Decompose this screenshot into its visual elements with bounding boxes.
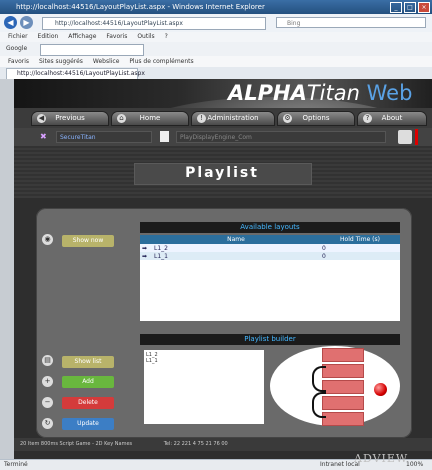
info-icon: ? <box>363 114 372 123</box>
playlist-block <box>322 364 364 378</box>
add-button[interactable]: Add <box>62 376 114 388</box>
address-toolbar: ◀ ▶ http://localhost:44516/LayoutPlayLis… <box>0 14 432 33</box>
google-search-input[interactable] <box>40 44 144 56</box>
watermark: ADVIEW <box>354 452 409 465</box>
table-row[interactable]: ➡ L1_2 0 <box>140 244 400 252</box>
google-label: Google <box>6 45 28 52</box>
playlist-block <box>322 396 364 410</box>
menu-bar: Fichier Edition Affichage Favoris Outils… <box>0 32 432 42</box>
nav-administration[interactable]: ! Administration <box>192 112 274 125</box>
column-header-hold-time[interactable]: Hold Time (s) <box>320 235 400 244</box>
nav-home[interactable]: ⌂ Home <box>112 112 188 125</box>
show-layout-icon: ◉ <box>42 234 53 245</box>
menu-item[interactable]: Favoris <box>106 33 127 40</box>
apps-icon[interactable]: ✖ <box>40 132 52 142</box>
delete-button[interactable]: Delete <box>62 397 114 409</box>
back-arrow-icon[interactable]: ◀ <box>4 16 17 29</box>
playlist-item[interactable]: L1_2 <box>144 350 264 358</box>
page-title: Playlist <box>185 165 259 181</box>
add-icon: + <box>42 376 53 387</box>
back-icon: ◀ <box>37 114 46 123</box>
update-icon: ↻ <box>42 418 53 429</box>
forward-arrow-icon[interactable]: ▶ <box>20 16 33 29</box>
show-list-button[interactable]: Show list <box>62 356 114 368</box>
info-bar: ✖ SecureTitan PlayDisplayEngine_Com <box>14 128 432 146</box>
show-now-button[interactable]: Show now <box>62 235 114 247</box>
search-input[interactable]: Bing <box>276 17 426 28</box>
favorites-bar: Favoris Sites suggérés Webslice Plus de … <box>0 56 432 67</box>
layouts-table-panel: Name Hold Time (s) ➡ L1_2 0 ➡ L1_1 0 <box>140 235 400 321</box>
document-icon <box>160 131 169 142</box>
arrow-right-icon: ➡ <box>140 244 152 252</box>
playlist-item[interactable]: L1_1 <box>144 358 264 364</box>
exit-bar-icon <box>415 129 418 145</box>
loop-arrow-icon <box>312 392 326 418</box>
hold-time-cell: 0 <box>320 244 400 252</box>
favorites-item[interactable]: Webslice <box>93 58 120 65</box>
layouts-table: Name Hold Time (s) ➡ L1_2 0 ➡ L1_1 0 <box>140 235 400 260</box>
google-toolbar: Google <box>0 42 432 57</box>
minimize-icon[interactable]: _ <box>390 2 402 13</box>
logout-icon[interactable] <box>398 130 412 144</box>
page-header: Playlist <box>14 146 432 198</box>
loop-arrow-icon <box>312 366 326 392</box>
menu-item[interactable]: Outils <box>137 33 154 40</box>
window-titlebar: http://localhost:44516/LayoutPlayList.as… <box>0 0 432 14</box>
playlist-blocks <box>322 348 364 426</box>
column-header-name[interactable]: Name <box>152 235 320 244</box>
layout-name-cell: L1_2 <box>152 244 320 252</box>
menu-item[interactable]: ? <box>165 33 168 40</box>
nav-previous[interactable]: ◀ Previous <box>32 112 108 125</box>
close-icon[interactable]: × <box>418 2 430 13</box>
left-gutter <box>0 79 14 459</box>
footer-right-text: Tel: 22 221 4 75 21 76 00 <box>163 441 228 447</box>
playlist-list[interactable]: L1_2 L1_1 <box>144 350 264 424</box>
page-footer: 20 Item 800ms Script Game - 2D Key Names… <box>14 438 432 451</box>
available-layouts-header: Available layouts <box>140 222 400 233</box>
info-field-engine[interactable]: PlayDisplayEngine_Com <box>176 131 386 143</box>
list-icon: ▤ <box>42 355 53 366</box>
admin-icon: ! <box>197 114 206 123</box>
home-icon: ⌂ <box>117 114 126 123</box>
stop-ball-icon[interactable] <box>374 383 387 396</box>
address-input[interactable]: http://localhost:44516/LayoutPlayList.as… <box>42 17 266 30</box>
table-row[interactable]: ➡ L1_1 0 <box>140 252 400 260</box>
gear-icon: ⚙ <box>283 114 292 123</box>
menu-item[interactable]: Affichage <box>68 33 96 40</box>
menu-item[interactable]: Fichier <box>8 33 28 40</box>
layout-name-cell: L1_1 <box>152 252 320 260</box>
update-button[interactable]: Update <box>62 418 114 430</box>
nav-about[interactable]: ? About <box>358 112 426 125</box>
window-title: http://localhost:44516/LayoutPlayList.as… <box>16 3 265 11</box>
playlist-builder-header: Playlist builder <box>140 334 400 345</box>
maximize-icon[interactable]: □ <box>404 2 416 13</box>
footer-left-text: 20 Item 800ms Script Game - 2D Key Names <box>20 441 133 447</box>
menu-item[interactable]: Edition <box>38 33 59 40</box>
nav-options[interactable]: ⚙ Options <box>278 112 354 125</box>
status-text: Terminé <box>4 461 28 468</box>
arrow-right-icon: ➡ <box>140 252 152 260</box>
playlist-block <box>322 380 364 394</box>
playlist-block <box>322 348 364 362</box>
playlist-block <box>322 412 364 426</box>
favorites-item[interactable]: Favoris <box>8 58 29 65</box>
favorites-item[interactable]: Plus de compléments <box>129 58 193 65</box>
favorites-item[interactable]: Sites suggérés <box>39 58 83 65</box>
site-nav: ◀ Previous ⌂ Home ! Administration ⚙ Opt… <box>14 108 432 128</box>
hold-time-cell: 0 <box>320 252 400 260</box>
delete-icon: − <box>42 397 53 408</box>
info-field-server[interactable]: SecureTitan <box>56 131 152 143</box>
screenshot: http://localhost:44516/LayoutPlayList.as… <box>0 0 432 470</box>
browser-tab[interactable]: http://localhost:44516/LayoutPlayList.as… <box>6 68 145 79</box>
